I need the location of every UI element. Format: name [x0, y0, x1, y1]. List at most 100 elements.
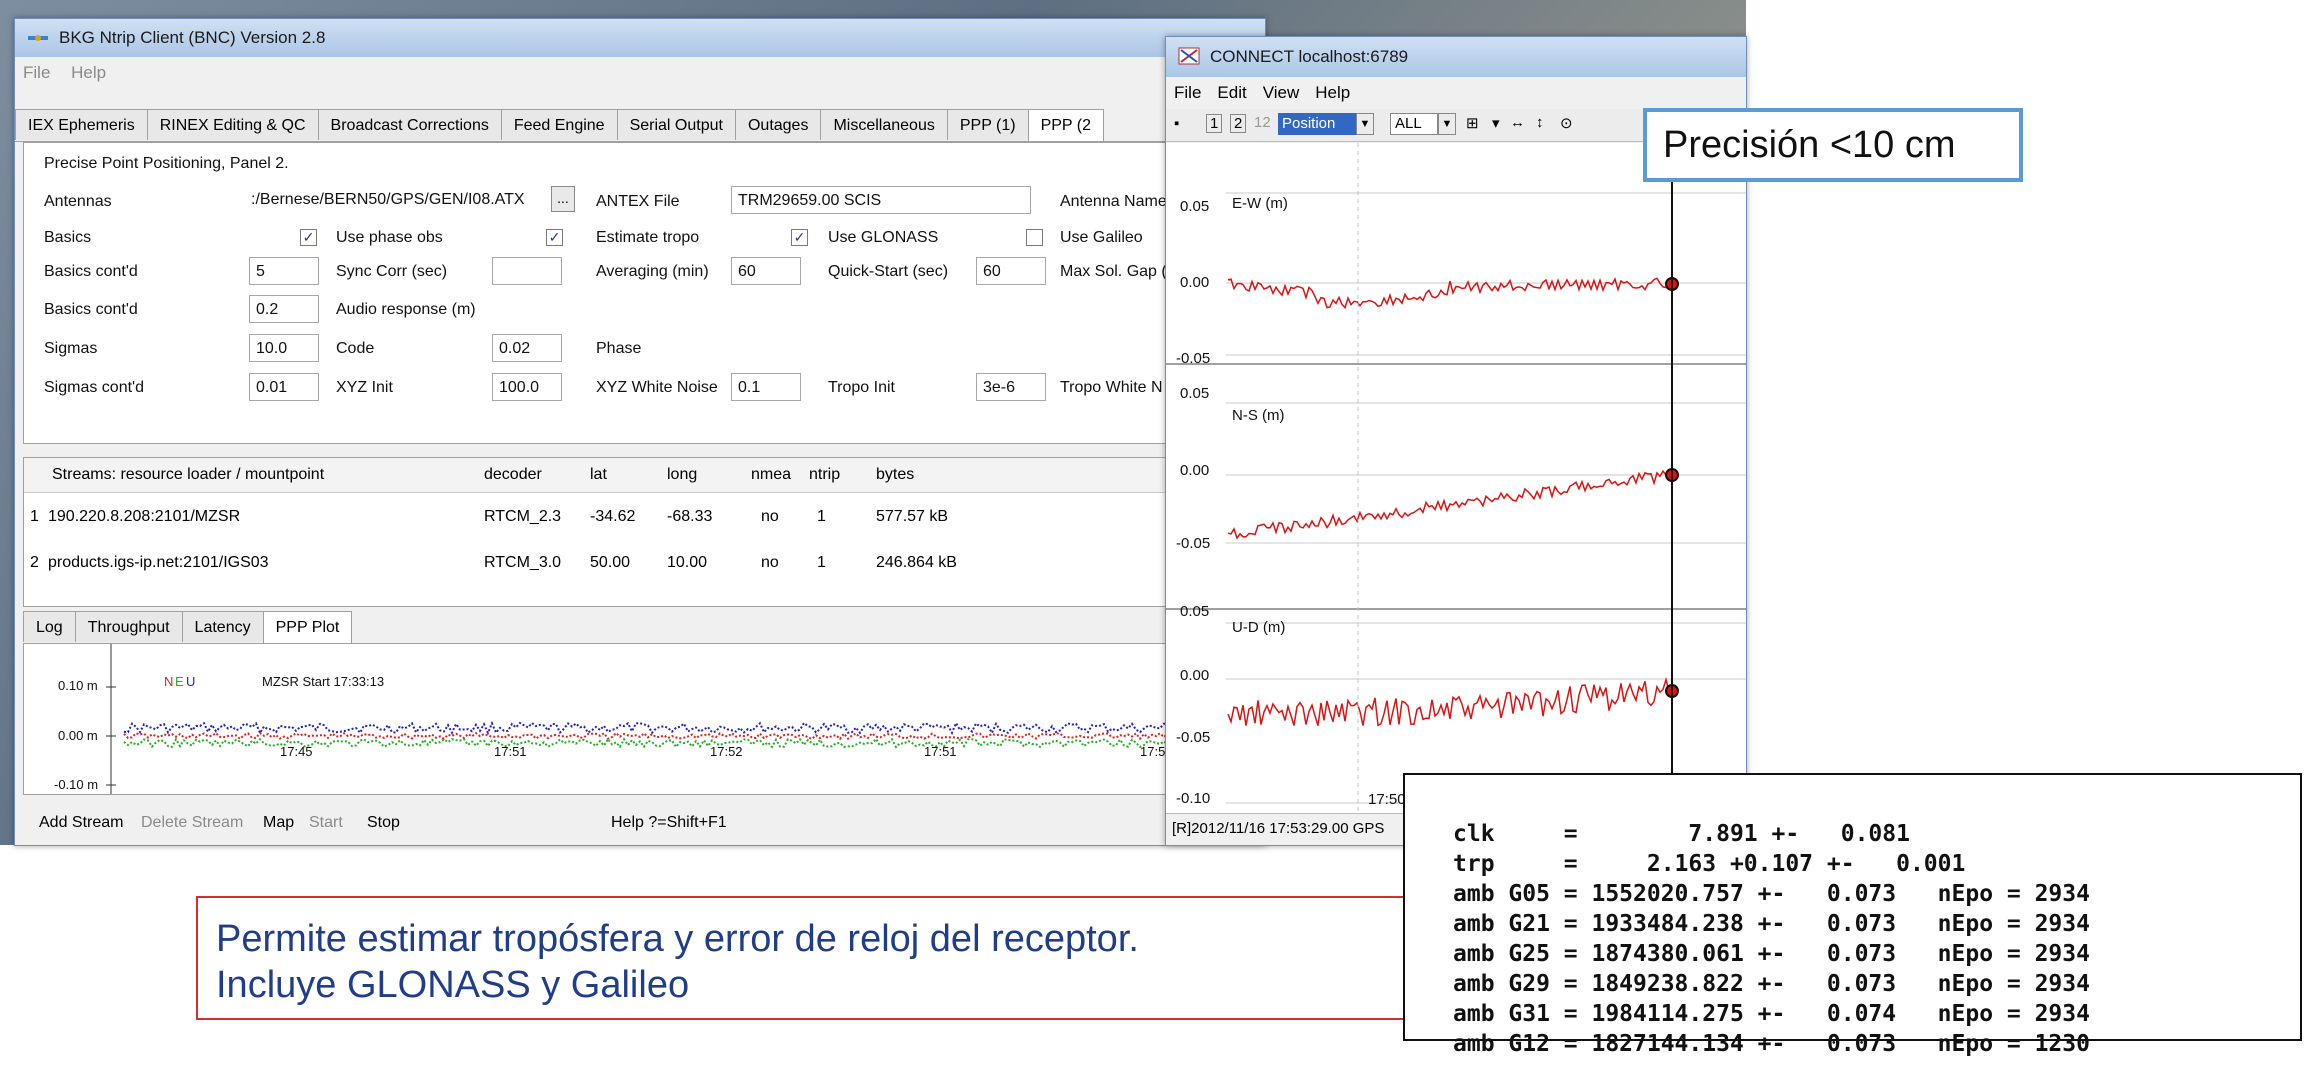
toolbar-btn-1[interactable]: 1: [1206, 114, 1223, 133]
estimate-tropo-checkbox[interactable]: ✓: [546, 229, 563, 246]
connect-menu-view[interactable]: View: [1255, 79, 1308, 107]
code-field[interactable]: 0.02: [492, 334, 562, 362]
target-icon[interactable]: ⊙: [1560, 114, 1573, 132]
tab-throughput[interactable]: Throughput: [74, 611, 183, 642]
fit-horizontal-icon[interactable]: ↔: [1510, 114, 1525, 131]
sync-corr-field[interactable]: [492, 257, 562, 285]
ns-tick: 0.05: [1180, 385, 1210, 402]
tab-ppp-plot[interactable]: PPP Plot: [262, 611, 353, 643]
toolbar-btn-2[interactable]: 2: [1230, 114, 1247, 133]
tab-iex-ephemeris[interactable]: IEX Ephemeris: [15, 109, 148, 140]
sync-corr-label: Sync Corr (sec): [336, 263, 448, 280]
col-decoder[interactable]: decoder: [484, 466, 542, 484]
basics-cont-label: Basics cont'd: [44, 263, 138, 280]
legend-e: E: [175, 674, 184, 689]
constellation-select[interactable]: ALL: [1390, 113, 1438, 135]
col-lat[interactable]: lat: [590, 466, 607, 484]
delete-stream-button[interactable]: Delete Stream: [141, 805, 243, 841]
tab-broadcast-corrections[interactable]: Broadcast Corrections: [317, 109, 502, 140]
browse-button[interactable]: ...: [551, 186, 575, 212]
use-glonass-checkbox[interactable]: ✓: [791, 229, 808, 246]
tab-ppp-2[interactable]: PPP (2: [1027, 109, 1104, 141]
ppp-x-label: 17:51: [924, 744, 957, 759]
ppp-trace-u: [123, 720, 1249, 736]
bnc-titlebar[interactable]: BKG Ntrip Client (BNC) Version 2.8: [15, 19, 1265, 57]
ppp-plot-panel: 0.10 m 0.00 m -0.10 m N E U MZSR Start 1…: [23, 643, 1257, 795]
tab-latency[interactable]: Latency: [181, 611, 264, 642]
xyz-init-field[interactable]: 100.0: [492, 373, 562, 401]
tab-feed-engine[interactable]: Feed Engine: [500, 109, 618, 140]
console-line: amb G21 = 1933484.238 +- 0.073 nEpo = 29…: [1453, 911, 2090, 937]
col-mountpoint[interactable]: Streams: resource loader / mountpoint: [52, 466, 324, 484]
tab-rinex-editing[interactable]: RINEX Editing & QC: [146, 109, 319, 140]
tab-log[interactable]: Log: [23, 611, 76, 642]
connect-menu-edit[interactable]: Edit: [1209, 79, 1254, 107]
quick-start-field[interactable]: 60: [976, 257, 1046, 285]
bnc-footer: Add Stream Delete Stream Map Start Stop …: [15, 805, 1265, 841]
phase-label: Phase: [596, 340, 642, 357]
chevron-down-icon[interactable]: ▼: [1438, 113, 1456, 135]
zoom-in-icon[interactable]: ⊞: [1466, 114, 1479, 132]
table-row[interactable]: 1 190.220.8.208:2101/MZSR RTCM_2.3 -34.6…: [24, 498, 1256, 538]
ud-tick: 0.00: [1180, 667, 1210, 684]
ppp-console-output: clk = 7.891 +- 0.081 trp = 2.163 +0.107 +…: [1403, 773, 2302, 1057]
tab-ppp-1[interactable]: PPP (1): [946, 109, 1029, 140]
stop-button[interactable]: Stop: [367, 805, 400, 841]
row-ntrip: 1: [817, 508, 826, 525]
tropo-init-field[interactable]: 3e-6: [976, 373, 1046, 401]
sigmas-cont-field[interactable]: 0.01: [249, 373, 319, 401]
console-line: amb G31 = 1984114.275 +- 0.074 nEpo = 29…: [1453, 1001, 2090, 1027]
antennas-path-field[interactable]: :/Bernese/BERN50/GPS/GEN/I08.ATX: [249, 186, 549, 214]
legend-u: U: [186, 674, 196, 689]
map-button[interactable]: Map: [263, 805, 294, 841]
row-index: 2: [30, 554, 39, 571]
use-phase-obs-checkbox[interactable]: ✓: [300, 229, 317, 246]
sigmas-field[interactable]: 10.0: [249, 334, 319, 362]
start-button[interactable]: Start: [309, 805, 343, 841]
connect-menu-help[interactable]: Help: [1307, 79, 1358, 107]
fit-vertical-icon[interactable]: ↕: [1536, 114, 1544, 131]
xyz-init-label: XYZ Init: [336, 379, 393, 396]
tab-outages[interactable]: Outages: [734, 109, 822, 140]
menu-help[interactable]: Help: [63, 59, 114, 87]
console-line: amb G29 = 1849238.822 +- 0.073 nEpo = 29…: [1453, 971, 2090, 997]
bnc-bottom-tabbar: Log Throughput Latency PPP Plot: [23, 611, 1257, 644]
trace-ud: [1227, 676, 1673, 727]
bnc-menubar: File Help: [15, 59, 1265, 87]
basics-cont2-field[interactable]: 0.2: [249, 295, 319, 323]
tab-miscellaneous[interactable]: Miscellaneous: [820, 109, 948, 140]
connect-menu-file[interactable]: File: [1166, 79, 1209, 107]
row-long: -68.33: [667, 508, 713, 525]
connect-menubar: File Edit View Help: [1166, 79, 1746, 107]
row-index: 1: [30, 508, 39, 525]
add-stream-button[interactable]: Add Stream: [39, 805, 123, 841]
position-select[interactable]: Position: [1278, 113, 1356, 135]
ud-tick: 0.05: [1180, 603, 1210, 620]
toolbar-btn-12[interactable]: 12: [1254, 114, 1271, 131]
menu-file[interactable]: File: [15, 59, 58, 87]
marker-icon[interactable]: ▪: [1174, 115, 1179, 132]
connect-plots-svg: [1166, 143, 1746, 813]
console-line: amb G25 = 1874380.061 +- 0.073 nEpo = 29…: [1453, 941, 2090, 967]
table-row[interactable]: 2 products.igs-ip.net:2101/IGS03 RTCM_3.…: [24, 540, 1256, 580]
row-decoder: RTCM_3.0: [484, 554, 562, 571]
col-ntrip[interactable]: ntrip: [809, 466, 840, 484]
tropo-white-label: Tropo White N: [1060, 379, 1163, 396]
row-lat: -34.62: [590, 508, 636, 525]
xyz-white-field[interactable]: 0.1: [731, 373, 801, 401]
chevron-down-icon[interactable]: ▼: [1356, 113, 1374, 135]
col-bytes[interactable]: bytes: [876, 466, 914, 484]
description-line-1: Permite estimar tropósfera y error de re…: [216, 918, 1139, 960]
col-long[interactable]: long: [667, 466, 697, 484]
row-nmea: no: [761, 508, 779, 525]
max-sol-gap-label: Max Sol. Gap (: [1060, 263, 1167, 280]
console-line: amb G12 = 1827144.134 +- 0.073 nEpo = 12…: [1453, 1031, 2090, 1057]
antex-field[interactable]: TRM29659.00 SCIS: [731, 186, 1031, 214]
tab-serial-output[interactable]: Serial Output: [616, 109, 736, 140]
use-galileo-checkbox[interactable]: [1026, 229, 1043, 246]
caret-icon[interactable]: ▾: [1492, 114, 1500, 132]
connect-titlebar[interactable]: CONNECT localhost:6789: [1166, 37, 1746, 77]
averaging-field[interactable]: 60: [731, 257, 801, 285]
basics-cont-field[interactable]: 5: [249, 257, 319, 285]
col-nmea[interactable]: nmea: [751, 466, 791, 484]
